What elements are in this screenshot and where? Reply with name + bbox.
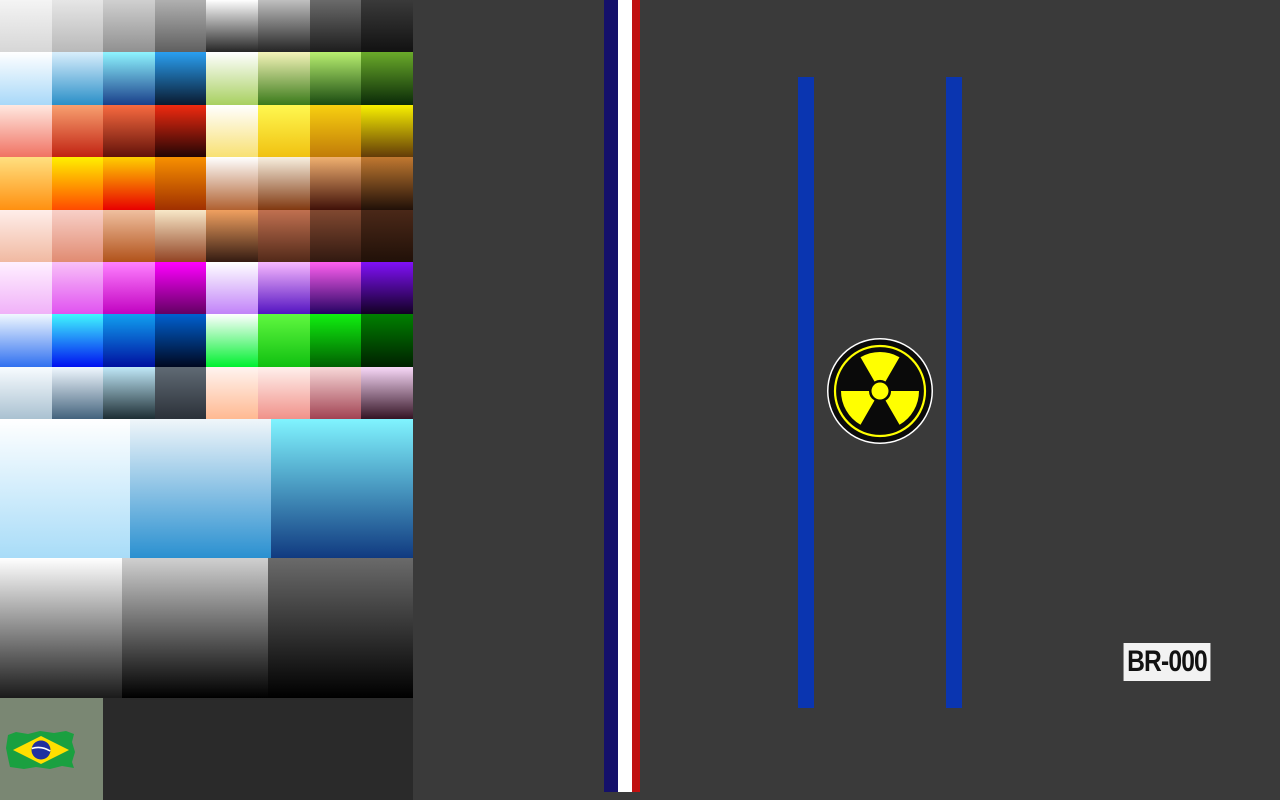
blue-gradient-swatch[interactable] (0, 419, 130, 558)
color-swatch[interactable] (0, 104, 52, 158)
color-swatch[interactable] (0, 0, 52, 53)
color-swatch[interactable] (361, 157, 414, 211)
color-swatch[interactable] (154, 262, 207, 315)
right-blue-rail (946, 77, 962, 708)
color-swatch[interactable] (206, 262, 259, 315)
gray-gradient-swatch[interactable] (122, 558, 268, 698)
color-swatch[interactable] (51, 0, 104, 53)
color-swatch[interactable] (206, 104, 259, 158)
brazil-flag-tile[interactable] (0, 698, 103, 800)
color-swatch[interactable] (51, 104, 104, 158)
blue-gradient-swatch[interactable] (271, 419, 413, 558)
stripe-navy (604, 0, 618, 792)
blue-gradient-swatch[interactable] (130, 419, 271, 558)
gray-gradient-swatch[interactable] (0, 558, 122, 698)
color-swatch[interactable] (0, 209, 52, 263)
color-swatch[interactable] (206, 157, 259, 211)
color-swatch[interactable] (0, 157, 52, 211)
color-swatch[interactable] (361, 104, 414, 158)
color-swatch[interactable] (361, 0, 414, 53)
color-swatch[interactable] (309, 209, 362, 263)
color-swatch[interactable] (154, 104, 207, 158)
color-swatch[interactable] (103, 52, 156, 106)
color-swatch[interactable] (309, 262, 362, 315)
color-swatch[interactable] (206, 366, 259, 420)
color-swatch[interactable] (258, 262, 310, 315)
color-swatch[interactable] (51, 262, 104, 315)
color-swatch[interactable] (361, 262, 414, 315)
color-swatch[interactable] (309, 104, 362, 158)
color-swatch[interactable] (361, 52, 414, 106)
color-swatch[interactable] (103, 104, 156, 158)
tricolor-stripe (604, 0, 640, 792)
color-swatch[interactable] (51, 52, 104, 106)
color-swatch[interactable] (206, 0, 259, 53)
color-swatch[interactable] (309, 366, 362, 420)
color-swatch[interactable] (103, 0, 156, 53)
radiation-hazard-icon[interactable] (825, 337, 935, 445)
color-swatch[interactable] (258, 366, 310, 420)
stripe-red (632, 0, 640, 792)
color-swatch[interactable] (258, 0, 310, 53)
color-swatch[interactable] (258, 209, 310, 263)
color-swatch[interactable] (258, 157, 310, 211)
color-swatch[interactable] (154, 0, 207, 53)
id-tag-label: BR-000 (1123, 643, 1211, 681)
color-swatch[interactable] (258, 52, 310, 106)
color-swatch[interactable] (206, 314, 259, 368)
color-swatch[interactable] (51, 209, 104, 263)
color-swatch[interactable] (103, 209, 156, 263)
gray-gradient-swatch[interactable] (268, 558, 413, 698)
color-swatch[interactable] (258, 314, 310, 368)
color-swatch[interactable] (309, 157, 362, 211)
color-swatch[interactable] (309, 314, 362, 368)
color-swatch[interactable] (103, 314, 156, 368)
left-blue-rail (798, 77, 814, 708)
color-swatch[interactable] (103, 262, 156, 315)
color-swatch[interactable] (0, 366, 52, 420)
brazil-flag-icon (6, 731, 75, 769)
color-swatch[interactable] (0, 314, 52, 368)
color-swatch[interactable] (361, 209, 414, 263)
color-swatch[interactable] (309, 52, 362, 106)
color-swatch[interactable] (206, 52, 259, 106)
color-swatch[interactable] (154, 366, 207, 420)
color-swatch[interactable] (154, 314, 207, 368)
color-swatch[interactable] (103, 366, 156, 420)
stripe-white (618, 0, 632, 792)
color-swatch[interactable] (361, 314, 414, 368)
color-swatch[interactable] (51, 366, 104, 420)
color-swatch[interactable] (51, 157, 104, 211)
color-swatch[interactable] (103, 157, 156, 211)
color-swatch[interactable] (51, 314, 104, 368)
color-swatch[interactable] (309, 0, 362, 53)
color-swatch[interactable] (0, 262, 52, 315)
color-palette-panel (0, 0, 414, 800)
color-swatch[interactable] (361, 366, 414, 420)
color-swatch[interactable] (154, 209, 207, 263)
color-swatch[interactable] (0, 52, 52, 106)
color-swatch[interactable] (154, 52, 207, 106)
color-swatch[interactable] (154, 157, 207, 211)
color-swatch[interactable] (206, 209, 259, 263)
color-swatch[interactable] (258, 104, 310, 158)
